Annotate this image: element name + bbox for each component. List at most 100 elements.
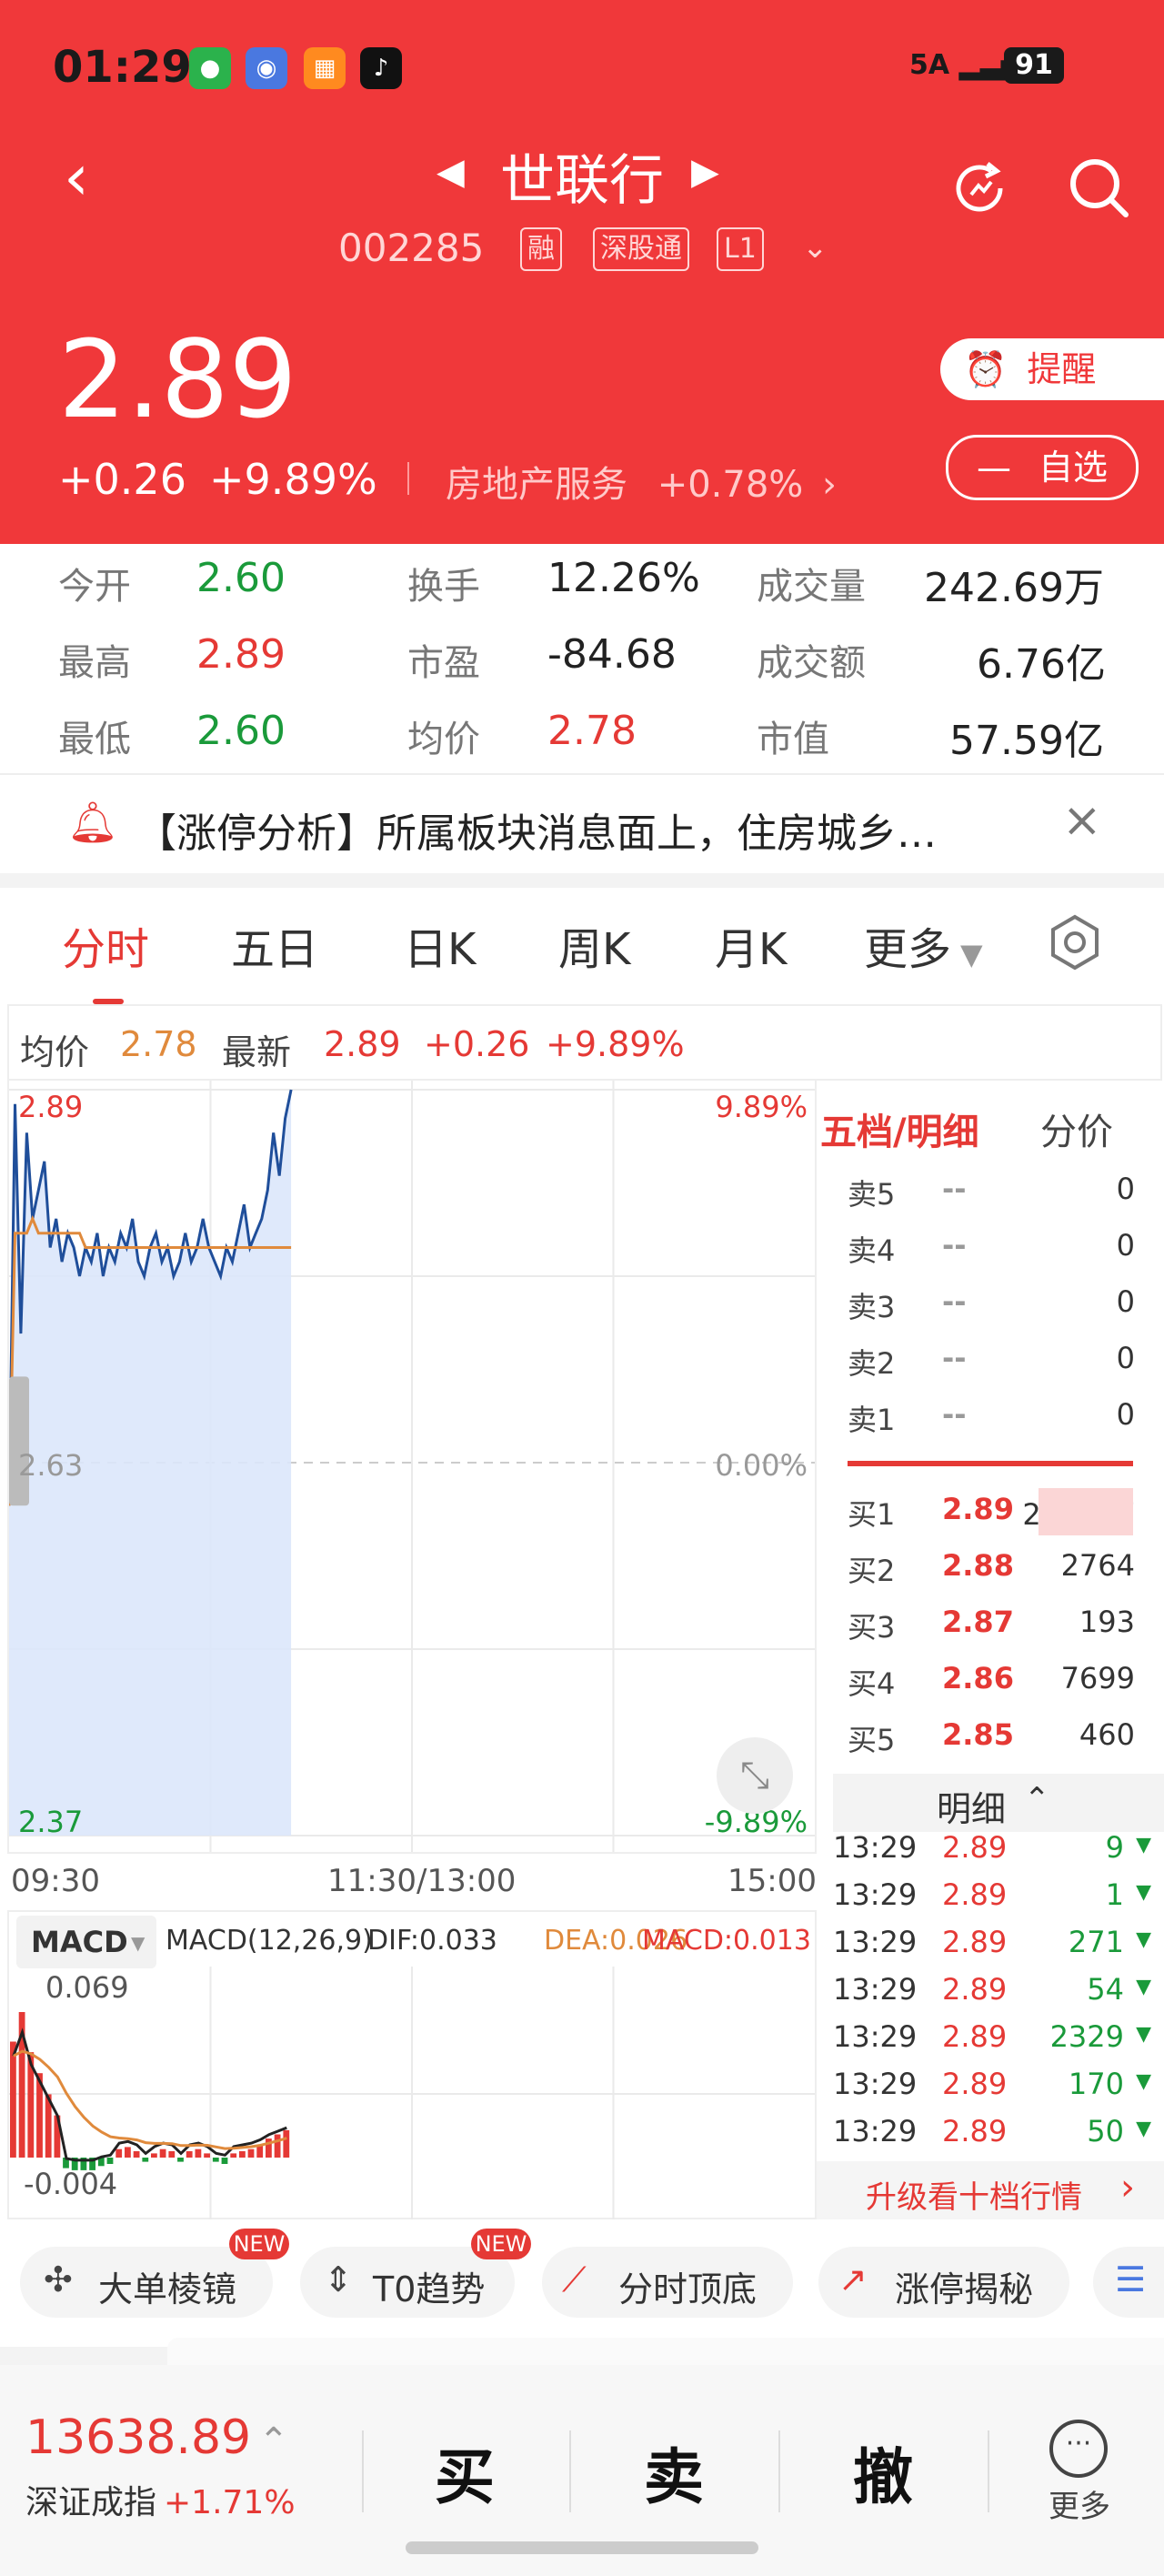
down-arrow-icon: ▼ bbox=[1136, 2118, 1151, 2140]
level-label: 买2 bbox=[848, 1554, 896, 1588]
index-value[interactable]: 13638.89 ⌃ bbox=[25, 2410, 289, 2465]
x-label-close: 15:00 bbox=[728, 1863, 817, 1899]
tab-weekly-k[interactable]: 周K bbox=[558, 913, 630, 977]
latest-change: +0.26 bbox=[424, 1024, 530, 1064]
stat-label: 成交量 bbox=[757, 566, 866, 608]
y-label-mid: 2.63 bbox=[18, 1448, 84, 1483]
back-arrow-icon[interactable]: ‹ bbox=[64, 146, 89, 209]
watchlist-button[interactable]: — 自选 bbox=[946, 435, 1139, 500]
tag-level: L1 bbox=[717, 227, 764, 271]
macd-y-high: 0.069 bbox=[45, 1970, 129, 2005]
sector-name: 房地产服务 bbox=[446, 464, 627, 506]
intraday-chart[interactable]: 2.89 2.63 2.37 9.89% 0.00% -9.89% ⤡ bbox=[7, 1081, 817, 1852]
tool-big-order[interactable]: ✣ 大单棱镜 bbox=[20, 2247, 273, 2318]
stat-label: 换手 bbox=[407, 566, 480, 608]
watch-label: 自选 bbox=[1039, 448, 1109, 488]
level-price: -- bbox=[942, 1172, 967, 1206]
stat-avg: 2.78 bbox=[547, 708, 637, 754]
level-volume: 0 bbox=[1116, 1228, 1135, 1263]
latest-pct: +9.89% bbox=[546, 1024, 685, 1064]
stat-label: 最高 bbox=[58, 642, 131, 684]
remind-label: 提醒 bbox=[1027, 349, 1097, 389]
x-label-open: 09:30 bbox=[11, 1863, 100, 1899]
stat-label: 最低 bbox=[58, 719, 131, 760]
refresh-icon[interactable] bbox=[946, 155, 1013, 222]
trade-time: 13:29 bbox=[833, 2114, 918, 2148]
sell-button[interactable]: 卖 bbox=[644, 2429, 704, 2516]
current-price: 2.89 bbox=[58, 317, 297, 442]
chevron-down-icon[interactable]: ⌄ bbox=[802, 229, 828, 266]
stat-label: 市值 bbox=[757, 719, 829, 760]
stat-pe: -84.68 bbox=[547, 631, 677, 678]
sector-pct: +0.78% bbox=[657, 464, 804, 506]
avg-value: 2.78 bbox=[120, 1024, 197, 1064]
tab-price-dist[interactable]: 分价 bbox=[1040, 1102, 1113, 1155]
bell-icon: ⏰ bbox=[964, 349, 1008, 389]
macd-bar bbox=[151, 2153, 157, 2158]
macd-chart[interactable]: MACD ▼ MACD(12,26,9) DIF:0.033 DEA:0.026… bbox=[7, 1910, 817, 2221]
buy-button[interactable]: 买 bbox=[435, 2429, 495, 2516]
trade-price: 2.89 bbox=[942, 1877, 1008, 1912]
level-volume: 0 bbox=[1116, 1172, 1135, 1206]
price-cursor-tab bbox=[9, 1376, 29, 1506]
trade-detail-row: 13:29 2.89 50 ▼ bbox=[833, 2114, 1151, 2168]
search-icon[interactable] bbox=[1064, 153, 1133, 222]
broadcast-icon: ◉ bbox=[246, 47, 287, 89]
more-button[interactable]: ··· 更多 bbox=[1037, 2420, 1122, 2526]
bell-icon: 🔔︎ bbox=[67, 800, 118, 846]
remind-button[interactable]: ⏰ 提醒 bbox=[940, 338, 1164, 400]
upgrade-label: 升级看十档行情 bbox=[866, 2179, 1082, 2216]
sell-level-row: 卖4 -- 0 bbox=[848, 1228, 1139, 1283]
fullscreen-icon[interactable]: ⤡ bbox=[717, 1737, 793, 1814]
down-arrow-icon: ▼ bbox=[1136, 1928, 1151, 1951]
detail-header[interactable]: 明细 ⌃ bbox=[833, 1774, 1164, 1832]
tool-more[interactable]: ☰ bbox=[1093, 2247, 1164, 2318]
stat-low: 2.60 bbox=[196, 708, 286, 754]
level-volume: 0 bbox=[1116, 1284, 1135, 1319]
tab-more-label: 更多 bbox=[864, 924, 952, 975]
tool-intraday-top-bottom[interactable]: ⟋ 分时顶底 bbox=[542, 2247, 793, 2318]
tab-monthly-k[interactable]: 月K bbox=[715, 913, 787, 977]
trade-volume: 50 bbox=[1087, 2114, 1124, 2148]
settings-hex-icon[interactable] bbox=[1046, 913, 1104, 971]
limit-up-notice[interactable]: 🔔︎ 【涨停分析】所属板块消息面上，住房城乡… × bbox=[0, 773, 1164, 875]
caret-down-icon: ▼ bbox=[960, 937, 983, 971]
macd-bar bbox=[274, 2134, 281, 2158]
tab-more[interactable]: 更多 ▼ bbox=[864, 913, 983, 977]
divider bbox=[407, 462, 409, 495]
tab-level-detail[interactable]: 五档/明细 bbox=[820, 1102, 979, 1155]
macd-chart-svg bbox=[9, 1967, 815, 2221]
sell-level-row: 卖2 -- 0 bbox=[848, 1341, 1139, 1395]
level-price: 2.88 bbox=[942, 1548, 1014, 1583]
status-time: 01:29 bbox=[53, 42, 192, 93]
macd-bar bbox=[106, 2158, 114, 2164]
y-label-high: 2.89 bbox=[18, 1090, 84, 1124]
next-stock-icon[interactable]: ▶ bbox=[691, 151, 719, 193]
level-price: 2.89 bbox=[942, 1492, 1014, 1526]
upgrade-ten-level-link[interactable]: 升级看十档行情 › bbox=[817, 2161, 1164, 2219]
tab-five-day[interactable]: 五日 bbox=[231, 913, 318, 977]
down-arrow-icon: ▼ bbox=[1136, 1834, 1151, 1857]
macd-bar bbox=[212, 2158, 219, 2162]
chart-info-bar: 均价 2.78 最新 2.89 +0.26 +9.89% bbox=[7, 1004, 1162, 1081]
detail-label: 明细 bbox=[937, 1789, 1007, 1829]
buy1-volume-highlight bbox=[1039, 1488, 1133, 1535]
tab-intraday[interactable]: 分时 bbox=[62, 913, 149, 977]
level-price: 2.87 bbox=[942, 1605, 1014, 1639]
tab-daily-k[interactable]: 日K bbox=[404, 913, 476, 977]
minus-icon: — bbox=[976, 448, 1011, 488]
stat-high: 2.89 bbox=[196, 631, 286, 678]
network-label: 5A bbox=[909, 49, 950, 81]
trade-price: 2.89 bbox=[942, 1972, 1008, 2007]
battery-icon: 91 bbox=[1004, 47, 1064, 84]
close-icon[interactable]: × bbox=[1062, 793, 1102, 848]
level-price: 2.86 bbox=[942, 1661, 1014, 1696]
tool-limit-up-secret[interactable]: ↗ 涨停揭秘 bbox=[818, 2247, 1069, 2318]
macd-bar bbox=[195, 2148, 202, 2158]
level-label: 卖1 bbox=[848, 1403, 896, 1437]
sector-link[interactable]: 房地产服务 +0.78% › bbox=[446, 455, 837, 508]
sell-level-row: 卖1 -- 0 bbox=[848, 1397, 1139, 1452]
level-label: 买4 bbox=[848, 1666, 896, 1701]
cancel-button[interactable]: 撤 bbox=[853, 2429, 913, 2516]
level-volume: 193 bbox=[1079, 1605, 1135, 1639]
